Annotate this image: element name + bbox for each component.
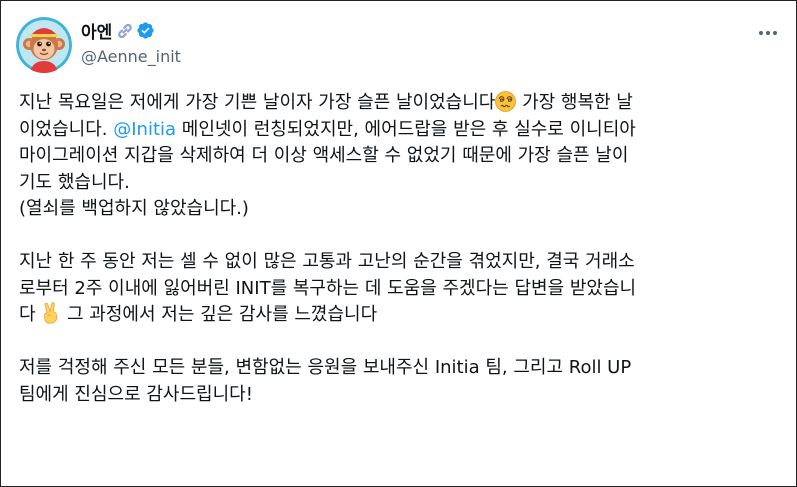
text-line: 로부터 2주 이내에 잃어버린 INIT를 복구하는 데 도움을 주겠다는 답변… <box>19 277 637 299</box>
text-segment: 메인넷이 런칭되었지만, 에어드랍을 받은 후 실수로 이니티아 <box>176 118 636 140</box>
text-line: 기도 했습니다. <box>19 171 130 193</box>
text-line: 팀에게 진심으로 감사드립니다! <box>19 383 253 405</box>
more-dot <box>759 31 763 35</box>
text-segment: 이었습니다. <box>19 118 114 140</box>
text-line: 저를 걱정해 주신 모든 분들, 변함없는 응원을 보내주신 Initia 팀,… <box>19 357 632 378</box>
tweet-paragraph: 지난 한 주 동안 저는 셀 수 없이 많은 고통과 고난의 순간을 겪었지만,… <box>19 249 789 329</box>
author-name-row: 아엔 <box>81 18 155 43</box>
text-segment: 가장 행복한 날 <box>516 92 633 113</box>
text-line: 지난 한 주 동안 저는 셀 수 없이 많은 고통과 고난의 순간을 겪었지만,… <box>19 251 635 272</box>
author-handle[interactable]: @Aenne_init <box>81 47 181 66</box>
tweet-paragraph: 지난 목요일은 저에게 가장 기쁜 날이자 가장 슬픈 날이었습니다 가장 행복… <box>19 90 789 223</box>
avatar[interactable] <box>16 17 72 73</box>
victory-hand-emoji-icon <box>41 302 61 324</box>
text-line: 지난 목요일은 저에게 가장 기쁜 날이자 가장 슬픈 날이었습니다 가장 행복… <box>19 90 789 117</box>
more-dot <box>773 31 777 35</box>
text-line: 이었습니다. @Initia 메인넷이 런칭되었지만, 에어드랍을 받은 후 실… <box>19 117 789 144</box>
text-line: 다 그 과정에서 저는 깊은 감사를 느꼈습니다 <box>19 302 789 329</box>
text-line: 마이그레이션 지갑을 삭제하여 더 이상 액세스할 수 없었기 때문에 가장 슬… <box>19 145 629 166</box>
tweet-paragraph: 저를 걱정해 주신 모든 분들, 변함없는 응원을 보내주신 Initia 팀,… <box>19 355 789 408</box>
tweet-text: 지난 목요일은 저에게 가장 기쁜 날이자 가장 슬픈 날이었습니다 가장 행복… <box>19 90 789 408</box>
more-dot <box>766 31 770 35</box>
text-segment: 그 과정에서 저는 깊은 감사를 느꼈습니다 <box>61 304 378 325</box>
text-segment: 다 <box>19 304 42 325</box>
text-line: (열쇠를 백업하지 않았습니다.) <box>19 198 249 219</box>
text-segment: 지난 목요일은 저에게 가장 기쁜 날이자 가장 슬픈 날이었습니다 <box>19 92 496 113</box>
tweet-header: 아엔 @Aenne_init <box>16 17 781 73</box>
display-name[interactable]: 아엔 <box>81 18 112 43</box>
more-options-icon[interactable] <box>755 23 781 43</box>
verified-badge-icon[interactable] <box>136 21 155 40</box>
mention-link[interactable]: @Initia <box>113 119 176 140</box>
dizzy-face-emoji-icon <box>495 91 517 112</box>
tweet-card: 아엔 @Aenne_init 지난 목요일은 저에게 가장 기쁜 날이자 가장 … <box>0 0 797 487</box>
link-chain-icon <box>116 22 134 40</box>
